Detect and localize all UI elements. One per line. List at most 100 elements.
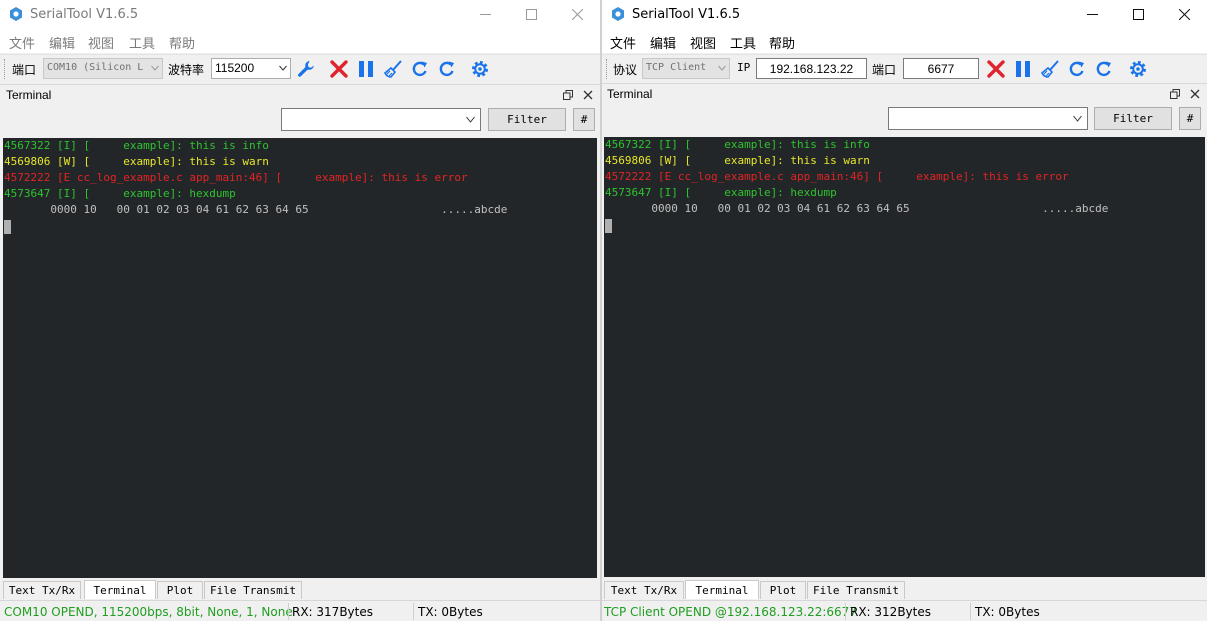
filter-input[interactable] — [888, 107, 1088, 130]
title-bar[interactable]: SerialTool V1.6.5 — [0, 0, 600, 29]
toolbar-grip[interactable] — [4, 59, 7, 79]
protocol-select[interactable]: TCP Client — [642, 58, 730, 79]
clear-button[interactable] — [1039, 58, 1061, 80]
refresh-button[interactable] — [409, 58, 431, 80]
filter-bar: Filter # — [0, 104, 600, 136]
close-icon — [583, 90, 592, 99]
status-separator — [288, 603, 289, 620]
close-icon — [1190, 89, 1199, 98]
connection-status: COM10 OPEND, 115200bps, 8bit, None, 1, N… — [4, 605, 293, 619]
clear-button[interactable] — [382, 58, 404, 80]
menu-file[interactable]: 文件 — [610, 33, 636, 52]
menu-bar: 文件 编辑 视图 工具 帮助 — [602, 29, 1207, 53]
chevron-down-icon — [466, 116, 475, 123]
minimize-icon — [1086, 14, 1098, 15]
dock-title: Terminal — [607, 87, 653, 101]
port-select-value: COM10 (Silicon L — [47, 62, 144, 73]
filter-input[interactable] — [281, 108, 481, 131]
pause-icon — [1016, 61, 1030, 77]
port-select[interactable]: COM10 (Silicon L — [43, 58, 163, 79]
restore-icon — [562, 89, 573, 100]
port-input[interactable]: 6677 — [903, 58, 979, 79]
status-bar: TCP Client OPEND @192.168.123.22:6677 RX… — [602, 600, 1207, 621]
dock-close-button[interactable] — [1188, 87, 1201, 100]
toolbar: 端口 COM10 (Silicon L 波特率 115200 — [0, 54, 600, 82]
minimize-button[interactable] — [1069, 0, 1115, 29]
tab-terminal[interactable]: Terminal — [685, 580, 759, 599]
menu-file[interactable]: 文件 — [9, 33, 35, 52]
settings-button[interactable] — [469, 58, 491, 80]
maximize-icon — [525, 9, 537, 20]
status-bar: COM10 OPEND, 115200bps, 8bit, None, 1, N… — [0, 600, 600, 621]
menu-help[interactable]: 帮助 — [169, 33, 195, 52]
close-icon — [571, 9, 583, 20]
menu-help[interactable]: 帮助 — [769, 33, 795, 52]
protocol-label: 协议 — [613, 63, 638, 77]
terminal-output[interactable]: 4567322 [I] [ example]: this is info 456… — [604, 137, 1205, 577]
ip-input[interactable]: 192.168.123.22 — [756, 58, 867, 79]
menu-edit[interactable]: 编辑 — [49, 33, 75, 52]
menu-tools[interactable]: 工具 — [730, 33, 756, 52]
gear-icon — [471, 60, 489, 78]
log-line-info: 4567322 [I] [ example]: this is info — [605, 138, 870, 151]
dock-float-button[interactable] — [1168, 87, 1181, 100]
pause-button[interactable] — [355, 58, 377, 80]
broom-icon — [1041, 60, 1059, 78]
minimize-icon — [479, 14, 491, 15]
menu-view[interactable]: 视图 — [88, 33, 114, 52]
window-title: SerialTool V1.6.5 — [30, 7, 139, 22]
close-connection-button[interactable] — [985, 58, 1007, 80]
filter-button[interactable]: Filter — [488, 108, 566, 131]
tab-text-txrx[interactable]: Text Tx/Rx — [3, 581, 81, 599]
title-bar[interactable]: SerialTool V1.6.5 — [602, 0, 1207, 29]
menu-tools[interactable]: 工具 — [129, 33, 155, 52]
connection-status: TCP Client OPEND @192.168.123.22:6677 — [604, 605, 857, 619]
tab-plot[interactable]: Plot — [760, 581, 806, 599]
tab-text-txrx[interactable]: Text Tx/Rx — [604, 581, 684, 599]
chevron-down-icon — [1073, 115, 1082, 122]
tab-terminal[interactable]: Terminal — [84, 580, 156, 599]
text-cursor — [4, 220, 11, 234]
menu-view[interactable]: 视图 — [690, 33, 716, 52]
refresh-icon — [439, 61, 454, 77]
dock-close-button[interactable] — [581, 88, 594, 101]
close-button[interactable] — [1161, 0, 1207, 29]
reconnect-button[interactable] — [436, 58, 458, 80]
close-x-icon — [330, 60, 348, 78]
pause-button[interactable] — [1012, 58, 1034, 80]
tab-file-transmit[interactable]: File Transmit — [204, 581, 302, 599]
filter-bar: Filter # — [602, 103, 1207, 135]
minimize-button[interactable] — [462, 0, 508, 29]
settings-wrench-button[interactable] — [295, 58, 317, 80]
tx-count: TX: 0Bytes — [418, 605, 483, 619]
tab-file-transmit[interactable]: File Transmit — [807, 581, 905, 599]
maximize-button[interactable] — [1115, 0, 1161, 29]
maximize-button[interactable] — [508, 0, 554, 29]
settings-button[interactable] — [1127, 58, 1149, 80]
dock-float-button[interactable] — [561, 88, 574, 101]
bottom-tabs: Text Tx/Rx Terminal Plot File Transmit — [602, 579, 1207, 599]
rx-count: RX: 312Bytes — [850, 605, 931, 619]
wrench-icon — [298, 61, 314, 77]
close-icon — [1178, 9, 1190, 20]
baud-select[interactable]: 115200 — [211, 58, 291, 79]
log-line-warn: 4569806 [W] [ example]: this is warn — [605, 154, 870, 167]
app-logo-icon — [10, 7, 22, 21]
toolbar-grip[interactable] — [606, 59, 609, 79]
hex-toggle-button[interactable]: # — [1179, 107, 1201, 130]
terminal-output[interactable]: 4567322 [I] [ example]: this is info 456… — [3, 138, 597, 578]
app-logo-icon — [612, 7, 624, 21]
refresh-button[interactable] — [1066, 58, 1088, 80]
port-label: 端口 — [12, 63, 37, 77]
filter-button[interactable]: Filter — [1094, 107, 1172, 130]
dock-title: Terminal — [6, 88, 52, 102]
tab-plot[interactable]: Plot — [157, 581, 203, 599]
log-line-hexdump: 0000 10 00 01 02 03 04 61 62 63 64 65 ..… — [605, 202, 1109, 215]
close-port-button[interactable] — [328, 58, 350, 80]
reconnect-button[interactable] — [1093, 58, 1115, 80]
menu-edit[interactable]: 编辑 — [650, 33, 676, 52]
close-button[interactable] — [554, 0, 600, 29]
toolbar: 协议 TCP Client IP 192.168.123.22 端口 6677 — [602, 54, 1207, 82]
hex-toggle-button[interactable]: # — [573, 108, 595, 131]
text-cursor — [605, 219, 612, 233]
